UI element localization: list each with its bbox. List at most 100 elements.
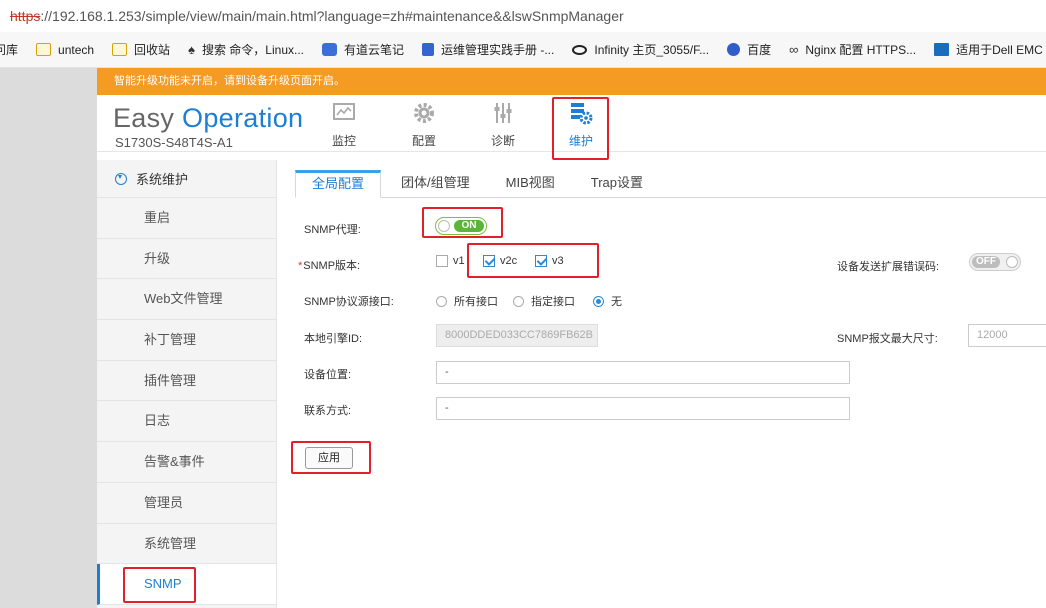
max-packet-size-field[interactable]: 12000 bbox=[968, 324, 1046, 347]
url-path: ://192.168.1.253/simple/view/main/main.h… bbox=[40, 8, 624, 24]
nav-monitor[interactable]: 监控 bbox=[317, 101, 371, 149]
maintenance-icon bbox=[569, 101, 593, 125]
bookmark-item[interactable]: 回收站 bbox=[112, 41, 170, 58]
sidebar-item-snmp[interactable]: SNMP bbox=[97, 564, 276, 605]
bookmark-label: 有道云笔记 bbox=[344, 43, 405, 57]
bookmarks-bar: 问库 untech 回收站 ♠ 搜索 命令，Linux... 有道云笔记 运维管理… bbox=[0, 32, 1046, 68]
brand-easy: Easy bbox=[113, 103, 175, 133]
nav-label: 维护 bbox=[568, 134, 593, 148]
sidebar-item-alarm-event[interactable]: 告警&事件 bbox=[97, 442, 276, 483]
version-v2c-checkbox[interactable]: v2c bbox=[483, 255, 517, 267]
brand-operation: Operation bbox=[182, 103, 304, 133]
dell-icon bbox=[934, 43, 950, 56]
infinity-icon bbox=[572, 44, 588, 55]
source-none-radio[interactable]: 无 bbox=[593, 293, 622, 309]
sidebar-item-patch[interactable]: 补丁管理 bbox=[97, 320, 276, 361]
app-header: Easy Operation S1730S-S48T4S-A1 监控 配置 诊断… bbox=[97, 95, 1046, 152]
bookmark-item[interactable]: 运维管理实践手册 -... bbox=[422, 41, 554, 58]
address-bar[interactable]: https://192.168.1.253/simple/view/main/m… bbox=[0, 0, 1046, 32]
gear-icon bbox=[412, 101, 436, 125]
bookmark-item[interactable]: untech bbox=[36, 43, 94, 57]
page-gutter bbox=[0, 68, 97, 608]
bookmark-label: 回收站 bbox=[134, 43, 171, 57]
snmp-version-text: SNMP版本: bbox=[303, 260, 361, 272]
sidebar-item-reboot[interactable]: 重启 bbox=[97, 198, 276, 239]
nav-maintenance[interactable]: 维护 bbox=[554, 101, 608, 149]
sliders-icon bbox=[491, 101, 515, 125]
checkbox-label: v1 bbox=[453, 255, 465, 267]
document-icon bbox=[422, 43, 435, 56]
bookmark-label: Nginx 配置 HTTPS... bbox=[805, 43, 917, 57]
ext-error-code-label: 设备发送扩展错误码: bbox=[837, 261, 940, 273]
source-all-radio[interactable]: 所有接口 bbox=[436, 293, 498, 309]
radio-dot bbox=[436, 295, 447, 307]
checkbox-box bbox=[483, 255, 495, 267]
engine-id-field: 8000DDED033CC7869FB62B bbox=[436, 324, 598, 347]
device-model: S1730S-S48T4S-A1 bbox=[115, 135, 233, 150]
bookmark-item[interactable]: 适用于Dell EMC bbox=[934, 41, 1043, 58]
url-text[interactable]: https://192.168.1.253/simple/view/main/m… bbox=[10, 8, 624, 24]
checkbox-label: v2c bbox=[500, 255, 518, 267]
bookmark-item[interactable]: ∞ Nginx 配置 HTTPS... bbox=[789, 41, 916, 58]
contact-field[interactable]: - bbox=[436, 397, 850, 420]
tab-global-config[interactable]: 全局配置 bbox=[295, 170, 382, 198]
engine-id-label: 本地引擎ID: bbox=[304, 333, 363, 345]
version-v1-checkbox[interactable]: v1 bbox=[436, 255, 465, 267]
checkbox-box bbox=[535, 255, 547, 267]
bookmark-item[interactable]: 百度 bbox=[727, 41, 771, 58]
tab-mib-view[interactable]: MIB视图 bbox=[490, 170, 571, 198]
toggle-state: OFF bbox=[972, 256, 1000, 268]
source-specified-radio[interactable]: 指定接口 bbox=[513, 293, 575, 309]
radio-dot bbox=[513, 295, 524, 307]
tab-community-group[interactable]: 团体/组管理 bbox=[385, 170, 486, 198]
monitor-icon bbox=[332, 101, 356, 125]
radio-label: 无 bbox=[611, 296, 622, 308]
nav-label: 配置 bbox=[411, 134, 436, 148]
bookmark-item[interactable]: 有道云笔记 bbox=[322, 41, 404, 58]
required-marker: * bbox=[298, 260, 303, 272]
upgrade-notice-banner: 智能升级功能未开启，请到设备升级页面开启。 bbox=[97, 68, 1046, 95]
bookmark-label: untech bbox=[58, 42, 95, 57]
url-protocol: https bbox=[10, 8, 41, 24]
sidebar-item-system-mgmt[interactable]: 系统管理 bbox=[97, 524, 276, 565]
ext-error-code-toggle[interactable]: OFF bbox=[969, 253, 1021, 271]
sidebar-item-log[interactable]: 日志 bbox=[97, 401, 276, 443]
toggle-knob bbox=[1006, 256, 1018, 268]
snmp-agent-toggle[interactable]: ON bbox=[435, 217, 487, 235]
sidebar-item-upgrade[interactable]: 升级 bbox=[97, 239, 276, 280]
sidebar-item-admin[interactable]: 管理员 bbox=[97, 483, 276, 524]
version-v3-checkbox[interactable]: v3 bbox=[535, 255, 564, 267]
bookmark-label: Infinity 主页_3055/F... bbox=[594, 43, 710, 57]
radio-dot bbox=[593, 295, 604, 307]
location-field[interactable]: - bbox=[436, 361, 850, 384]
checkbox-box bbox=[436, 255, 448, 267]
apply-button[interactable]: 应用 bbox=[305, 447, 353, 469]
bookmark-label: 搜索 命令，Linux... bbox=[201, 43, 304, 57]
linux-penguin-icon: ♠ bbox=[188, 42, 195, 57]
sidebar: 系统维护 重启 升级 Web文件管理 补丁管理 插件管理 日志 告警&事件 管理… bbox=[97, 160, 277, 608]
baidu-paw-icon bbox=[727, 43, 741, 56]
tab-trap-settings[interactable]: Trap设置 bbox=[575, 170, 659, 198]
radio-label: 指定接口 bbox=[531, 296, 575, 308]
folder-icon bbox=[36, 43, 52, 56]
bookmark-item[interactable]: ♠ 搜索 命令，Linux... bbox=[188, 41, 304, 58]
sidebar-section-system-maintenance[interactable]: 系统维护 bbox=[97, 160, 276, 198]
nav-diagnose[interactable]: 诊断 bbox=[476, 101, 530, 149]
max-packet-size-label: SNMP报文最大尺寸: bbox=[837, 333, 938, 345]
toggle-knob bbox=[438, 220, 450, 232]
checkbox-label: v3 bbox=[552, 255, 564, 267]
nav-config[interactable]: 配置 bbox=[397, 101, 451, 149]
nav-label: 监控 bbox=[331, 134, 356, 148]
tab-bar: 全局配置 团体/组管理 MIB视图 Trap设置 bbox=[295, 170, 1046, 198]
bookmark-item[interactable]: 问库 bbox=[0, 41, 18, 58]
contact-label: 联系方式: bbox=[304, 405, 352, 417]
bookmark-label: 运维管理实践手册 -... bbox=[441, 43, 555, 57]
bookmark-label: 适用于Dell EMC bbox=[956, 43, 1043, 57]
bookmark-item[interactable]: Infinity 主页_3055/F... bbox=[572, 41, 709, 58]
folder-icon bbox=[112, 43, 128, 56]
sidebar-item-plugin[interactable]: 插件管理 bbox=[97, 361, 276, 402]
sidebar-section-label: 系统维护 bbox=[136, 172, 189, 187]
location-label: 设备位置: bbox=[304, 369, 352, 381]
sidebar-item-web-file[interactable]: Web文件管理 bbox=[97, 279, 276, 321]
snmp-agent-label: SNMP代理: bbox=[304, 224, 361, 236]
